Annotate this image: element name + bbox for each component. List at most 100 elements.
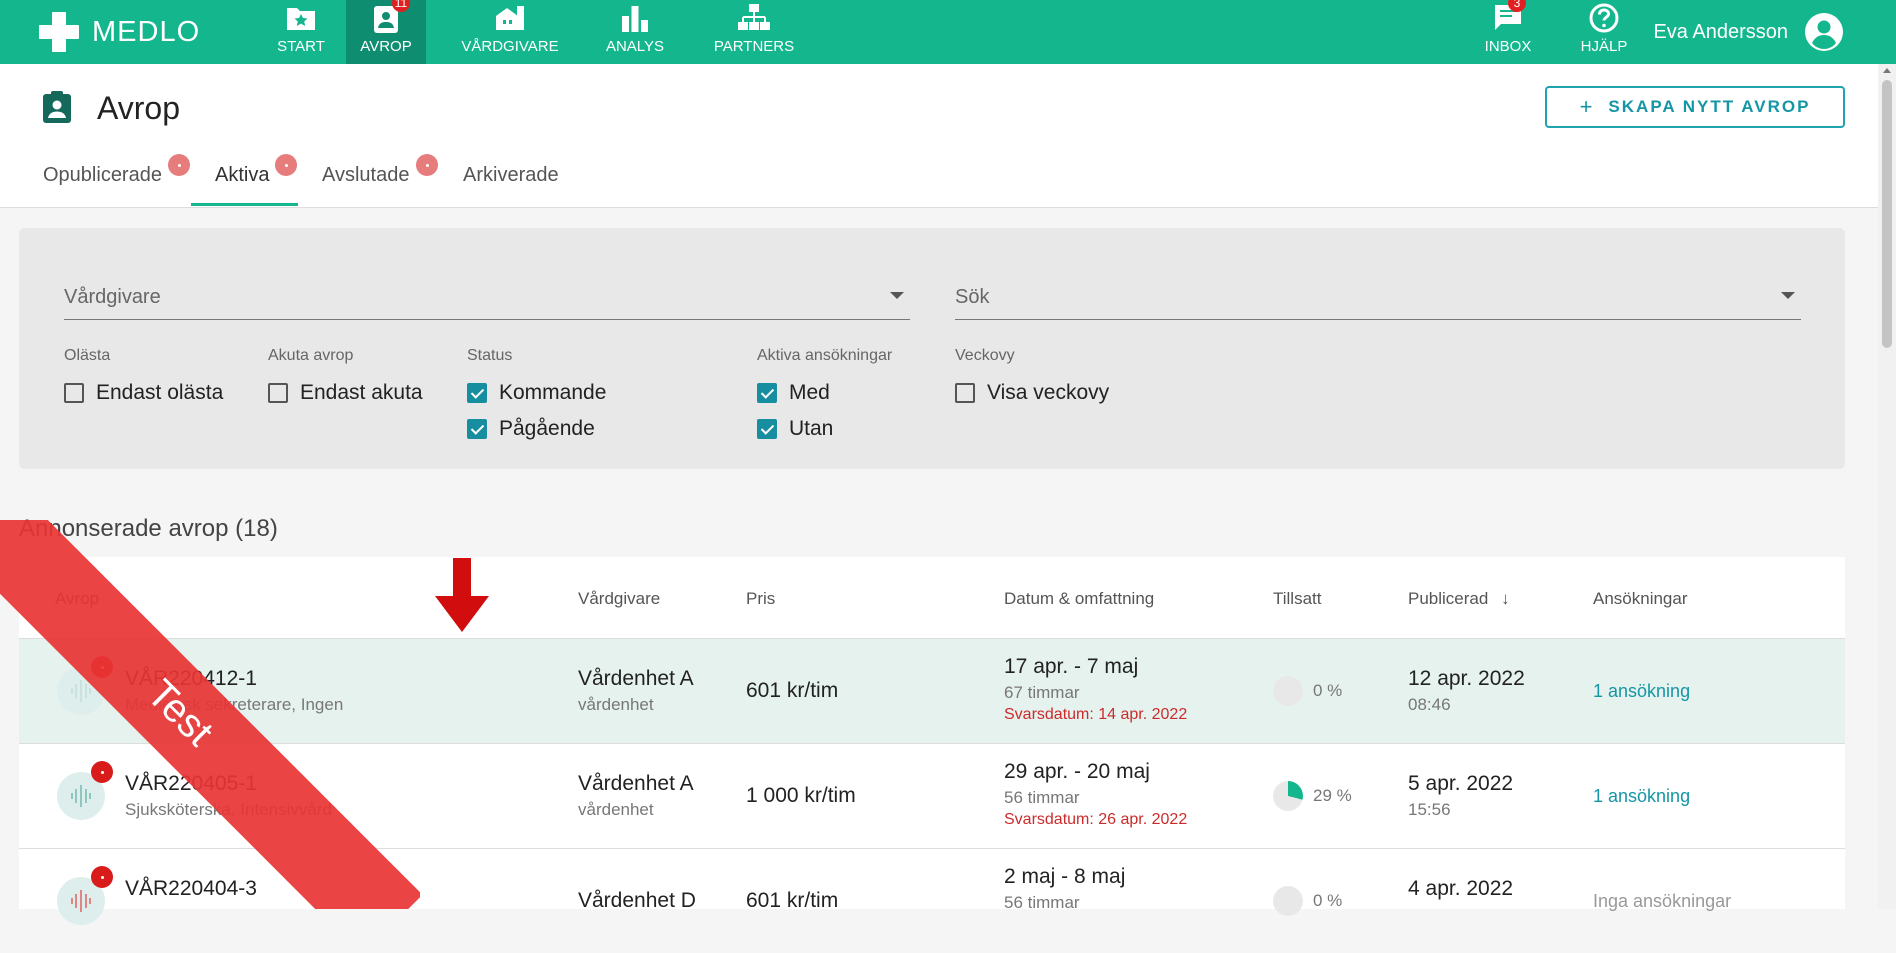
checkbox-endast-olasta[interactable]: Endast olästa — [64, 381, 223, 405]
folder-star-icon — [287, 8, 315, 30]
nav-analys[interactable]: ANALYS — [600, 0, 670, 64]
checkbox-box[interactable] — [757, 383, 777, 403]
filter-label-veckovy: Veckovy — [955, 347, 1015, 364]
dropdown-arrow-icon — [890, 292, 904, 299]
help-circle-icon — [1589, 3, 1619, 33]
filled-percent: 29 % — [1313, 786, 1352, 805]
column-header-tillsatt[interactable]: Tillsatt — [1273, 589, 1322, 609]
filled-percent: 0 % — [1313, 681, 1343, 700]
table-row[interactable]: VÅR220405-1 Sjuksköterska, Intensivvård … — [19, 743, 1845, 848]
applications-link[interactable]: 1 ansökning — [1593, 681, 1690, 702]
tab-notification-dot — [416, 154, 438, 176]
avrop-id[interactable]: VÅR220405-1 — [125, 772, 257, 796]
column-header-publicerad[interactable]: Publicerad ↓ — [1408, 589, 1510, 609]
published-time: 15:56 — [1408, 800, 1451, 819]
hours: 67 timmar — [1004, 683, 1080, 702]
org-chart-icon — [738, 4, 770, 30]
unread-dot — [91, 761, 113, 783]
tab-avslutade[interactable]: Avslutade — [322, 164, 409, 187]
checkbox-kommande[interactable]: Kommande — [467, 381, 606, 405]
column-header-ansokningar[interactable]: Ansökningar — [1593, 589, 1688, 609]
checkbox-pagaende[interactable]: Pågående — [467, 417, 595, 441]
vardgivare-select[interactable]: Vårdgivare — [64, 279, 910, 320]
unread-dot — [91, 866, 113, 888]
filled-pie-chart — [1273, 781, 1303, 811]
provider-name: Vårdenhet A — [578, 667, 694, 690]
user-menu[interactable]: Eva Andersson — [1653, 12, 1844, 52]
create-avrop-button[interactable]: + SKAPA NYTT AVROP — [1545, 86, 1845, 128]
table-row[interactable]: VÅR220412-1 Medicinsk sekreterare, Ingen… — [19, 638, 1845, 743]
unread-dot — [91, 656, 113, 678]
nav-start[interactable]: START — [258, 0, 344, 64]
avrop-role: Medicinsk sekreterare, Ingen — [125, 695, 344, 714]
nav-inbox[interactable]: 3 INBOX — [1480, 0, 1536, 64]
date-range: 2 maj - 8 maj — [1004, 865, 1126, 888]
provider-type: vårdenhet — [578, 695, 654, 714]
buildings-icon — [496, 6, 524, 30]
avrop-role: Sjuksköterska, Intensivvård — [125, 800, 332, 819]
plus-icon: + — [1579, 94, 1595, 119]
filter-panel: Vårdgivare Sök Olästa Endast olästa Akut… — [19, 228, 1845, 469]
user-name: Eva Andersson — [1653, 20, 1788, 43]
applications-link[interactable]: 1 ansökning — [1593, 786, 1690, 807]
provider-name: Vårdenhet D — [578, 889, 696, 912]
column-header-pris[interactable]: Pris — [746, 589, 775, 609]
nav-avrop[interactable]: 11 AVROP — [346, 0, 426, 64]
checkbox-box[interactable] — [467, 383, 487, 403]
checkbox-med[interactable]: Med — [757, 381, 830, 405]
checkbox-visa-veckovy[interactable]: Visa veckovy — [955, 381, 1109, 405]
nav-help[interactable]: HJÄLP — [1576, 0, 1632, 64]
scroll-up-icon[interactable] — [1883, 68, 1891, 73]
date-range: 17 apr. - 7 maj — [1004, 655, 1139, 678]
app-name: MEDLO — [92, 15, 201, 48]
price: 601 kr/tim — [746, 679, 839, 702]
checkbox-box[interactable] — [955, 383, 975, 403]
search-select[interactable]: Sök — [955, 279, 1801, 320]
filled-pie-chart — [1273, 886, 1303, 916]
annotation-arrow-down-icon — [435, 558, 489, 632]
section-title: Annonserade avrop (18) — [19, 515, 278, 542]
nav-partners[interactable]: PARTNERS — [710, 0, 798, 64]
filter-label-status: Status — [467, 347, 513, 364]
app-logo[interactable]: MEDLO — [38, 8, 200, 56]
published-date: 12 apr. 2022 — [1408, 667, 1525, 690]
checkbox-box[interactable] — [757, 419, 777, 439]
tab-aktiva[interactable]: Aktiva — [215, 164, 269, 187]
column-header-datum[interactable]: Datum & omfattning — [1004, 589, 1154, 609]
deadline: Svarsdatum: 26 apr. 2022 — [1004, 811, 1188, 828]
column-header-vardgivare[interactable]: Vårdgivare — [578, 589, 660, 609]
price: 601 kr/tim — [746, 889, 839, 912]
hours: 56 timmar — [1004, 893, 1080, 912]
clipboard-user-icon — [43, 91, 71, 123]
account-circle-icon — [1805, 13, 1843, 51]
page-title: Avrop — [97, 90, 181, 126]
avrop-id[interactable]: VÅR220404-3 — [125, 877, 257, 901]
nav-vardgivare[interactable]: VÅRDGIVARE — [458, 0, 562, 64]
published-time: 08:46 — [1408, 695, 1451, 714]
vertical-scrollbar[interactable] — [1878, 64, 1896, 909]
filled-percent: 0 % — [1313, 891, 1343, 910]
checkbox-box[interactable] — [467, 419, 487, 439]
top-navbar: MEDLO START 11 AVROP VÅRDGIVARE ANALYS P… — [0, 0, 1896, 64]
checkbox-box[interactable] — [64, 383, 84, 403]
tab-notification-dot — [168, 154, 190, 176]
filter-label-akuta: Akuta avrop — [268, 347, 354, 364]
tab-opublicerade[interactable]: Opublicerade — [43, 164, 162, 187]
table-row[interactable]: VÅR220404-3 Vårdenhet D 601 kr/tim 2 maj… — [19, 848, 1845, 953]
filter-label-aktiva-ansokningar: Aktiva ansökningar — [757, 347, 893, 364]
column-header-avrop[interactable]: Avrop — [55, 589, 99, 609]
scrollbar-thumb[interactable] — [1882, 80, 1892, 348]
hours: 56 timmar — [1004, 788, 1080, 807]
filled-pie-chart — [1273, 676, 1303, 706]
checkbox-endast-akuta[interactable]: Endast akuta — [268, 381, 423, 405]
tab-notification-dot — [275, 154, 297, 176]
deadline: Svarsdatum: 14 apr. 2022 — [1004, 706, 1188, 723]
active-tab-indicator — [191, 203, 298, 206]
avrop-id[interactable]: VÅR220412-1 — [125, 667, 257, 691]
date-range: 29 apr. - 20 maj — [1004, 760, 1150, 783]
checkbox-box[interactable] — [268, 383, 288, 403]
tab-arkiverade[interactable]: Arkiverade — [463, 164, 559, 187]
checkbox-utan[interactable]: Utan — [757, 417, 833, 441]
price: 1 000 kr/tim — [746, 784, 856, 807]
filter-label-olasta: Olästa — [64, 347, 111, 364]
